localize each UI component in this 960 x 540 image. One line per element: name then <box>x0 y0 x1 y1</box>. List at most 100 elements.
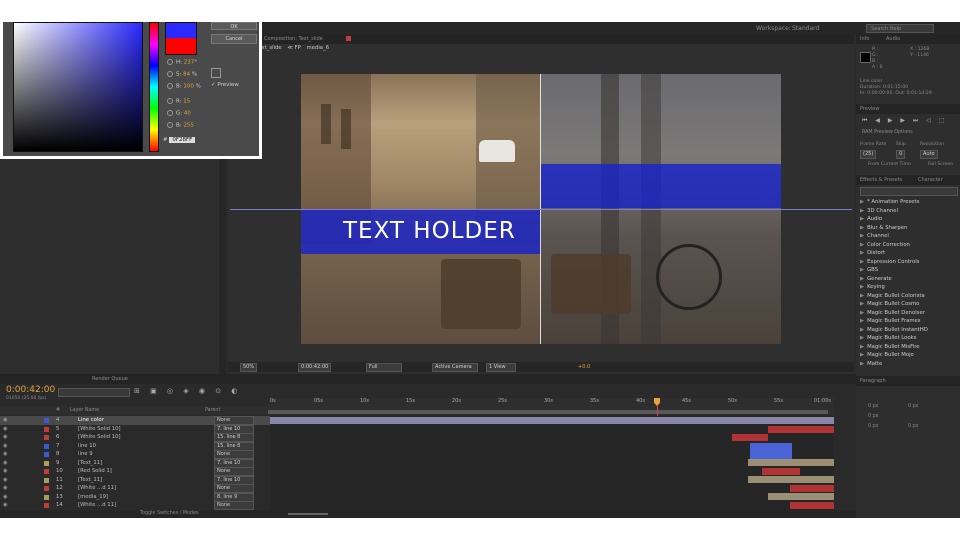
indent-left[interactable]: 0 px <box>868 404 878 409</box>
hue-field[interactable]: H: 237° <box>167 59 197 66</box>
guide-line[interactable] <box>230 209 852 210</box>
full-screen[interactable]: Full Screen <box>928 162 953 167</box>
label-color-chip[interactable] <box>44 477 49 483</box>
ram-preview-options[interactable]: RAM Preview Options <box>862 130 913 135</box>
table-row[interactable]: ◉ 9 [Text_11] 7. line 10 <box>0 458 270 468</box>
hue-slider[interactable] <box>149 22 159 152</box>
radio-icon[interactable] <box>167 83 173 89</box>
table-row[interactable]: ◉ 4 Line color None <box>0 416 270 425</box>
tab-preview[interactable]: Preview <box>860 106 879 112</box>
layer-bar[interactable] <box>748 459 834 466</box>
list-item[interactable]: ▶ Magic Bullet Frames <box>860 317 952 326</box>
tab-composition[interactable]: Composition: Text_slide <box>264 36 323 42</box>
indent-first[interactable]: 0 px <box>868 414 878 419</box>
list-item[interactable]: ▶ Keying <box>860 283 952 292</box>
list-item[interactable]: ▶ Matte <box>860 360 952 369</box>
layer-bar[interactable] <box>768 425 834 433</box>
nav-back-button[interactable]: ≪ FP <box>287 45 300 51</box>
blue-band-right[interactable] <box>541 164 781 208</box>
list-item[interactable]: ▶ Magic Bullet Looks <box>860 334 952 343</box>
timeline-search-input[interactable] <box>58 388 130 397</box>
label-color-chip[interactable] <box>44 494 49 500</box>
from-current-time[interactable]: From Current Time <box>868 162 911 167</box>
list-item[interactable]: ▶ Expression Controls <box>860 258 952 267</box>
list-item[interactable]: ▶ Magic Bullet Cosmo <box>860 300 952 309</box>
table-row[interactable]: ◉ 11 [Text_11] 7. line 10 <box>0 475 270 485</box>
frame-rate-dropdown[interactable]: (25) <box>860 150 877 159</box>
brightness-field[interactable]: B: 100 % <box>167 83 201 90</box>
layer-bar[interactable] <box>750 442 792 459</box>
label-color-chip[interactable] <box>44 469 49 474</box>
ok-button[interactable]: OK <box>211 22 257 30</box>
list-item[interactable]: ▶ Distort <box>860 249 952 258</box>
preview-checkbox[interactable]: ✓ Preview <box>211 82 239 88</box>
timeline-tool-icons[interactable]: ⊞ ▣ ◎ ◈ ◉ ⊙ ◐ <box>134 387 241 395</box>
list-item[interactable]: ▶ Magic Bullet Denoiser <box>860 309 952 318</box>
space-after[interactable]: 0 px <box>908 424 918 429</box>
zoom-dropdown[interactable]: 50% <box>240 363 258 372</box>
list-item[interactable]: ▶ Generate <box>860 275 952 284</box>
parent-dropdown[interactable]: None <box>214 501 254 510</box>
layer-bar[interactable] <box>748 476 834 483</box>
list-item[interactable]: ▶ Blur & Sharpen <box>860 224 952 233</box>
work-area-bar[interactable] <box>268 410 828 414</box>
text-holder-title[interactable]: TEXT HOLDER <box>343 218 516 244</box>
table-row[interactable]: ◉ 13 [media_19] 8. line 9 <box>0 492 270 502</box>
tab-character[interactable]: Character <box>918 177 943 183</box>
list-item[interactable]: ▶ Channel <box>860 232 952 241</box>
playback-controls[interactable]: ⏮ ◀ ▶ ▶ ⏭ ◁ ⬚ <box>862 117 947 125</box>
label-color-chip[interactable] <box>44 486 49 491</box>
workspace-dropdown[interactable]: Standard <box>792 25 819 32</box>
camera-dropdown[interactable]: Active Camera <box>432 363 478 372</box>
table-row[interactable]: ◉ 7 line 10 15. line 8 <box>0 441 270 451</box>
tab-effects-presets[interactable]: Effects & Presets <box>860 177 902 183</box>
red-field[interactable]: R: 15 <box>167 98 190 105</box>
label-color-chip[interactable] <box>44 426 49 432</box>
layer-bar[interactable] <box>762 467 800 475</box>
views-dropdown[interactable]: 1 View <box>486 363 516 372</box>
list-item[interactable]: ▶ Magic Bullet Mojo <box>860 351 952 360</box>
label-color-chip[interactable] <box>44 418 49 423</box>
label-color-chip[interactable] <box>44 452 49 457</box>
search-help-input[interactable]: Search Help <box>866 24 934 33</box>
skip-field[interactable]: 0 <box>896 150 906 159</box>
label-color-chip[interactable] <box>44 443 49 449</box>
table-row[interactable]: ◉ 8 line 9 None <box>0 450 270 459</box>
list-item[interactable]: ▶ Audio <box>860 215 952 224</box>
saturation-field[interactable]: S: 84 % <box>167 71 197 78</box>
indent-right[interactable]: 0 px <box>908 404 918 409</box>
list-item[interactable]: ▶ Magic Bullet MisFire <box>860 343 952 352</box>
layer-bar[interactable] <box>270 417 834 424</box>
blue-field[interactable]: B: 255 <box>167 122 194 129</box>
list-item[interactable]: ▶ Magic Bullet Colorista <box>860 292 952 301</box>
label-color-chip[interactable] <box>44 503 49 508</box>
tab-info[interactable]: Info <box>860 36 869 42</box>
list-item[interactable]: ▶ GBS <box>860 266 952 275</box>
nav-media[interactable]: media_6 <box>307 45 330 51</box>
list-item[interactable]: ▶ Color Correction <box>860 241 952 250</box>
tab-render-queue[interactable]: Render Queue <box>92 376 128 382</box>
time-ruler[interactable]: 0s 05s 10s 15s 20s 25s 30s 35s 40s 45s 5… <box>268 398 834 415</box>
toggle-switches-modes[interactable]: Toggle Switches / Modes <box>140 511 199 516</box>
eyedropper-icon[interactable] <box>211 68 221 78</box>
layer-bar[interactable] <box>732 434 768 441</box>
label-color-chip[interactable] <box>44 435 49 440</box>
saturation-brightness-field[interactable] <box>13 22 143 152</box>
radio-icon[interactable] <box>167 110 173 116</box>
zoom-slider[interactable] <box>288 513 328 515</box>
radio-icon[interactable] <box>167 71 173 77</box>
label-color-chip[interactable] <box>44 460 49 466</box>
cancel-button[interactable]: Cancel <box>211 34 257 44</box>
table-row[interactable]: ◉ 12 [White ...d 11] None <box>0 484 270 493</box>
timecode-field[interactable]: 0:00:42:00 <box>298 363 332 372</box>
list-item[interactable]: ▶ 3D Channel <box>860 207 952 216</box>
green-field[interactable]: G: 40 <box>167 110 191 117</box>
list-item[interactable]: ▶ Magic Bullet InstantHD <box>860 326 952 335</box>
radio-icon[interactable] <box>167 59 173 65</box>
resolution-dropdown[interactable]: Full <box>366 363 402 372</box>
space-before[interactable]: 0 px <box>868 424 878 429</box>
effects-search-input[interactable] <box>860 187 958 196</box>
resolution-preview-dropdown[interactable]: Auto <box>920 150 938 159</box>
radio-icon[interactable] <box>167 122 173 128</box>
table-row[interactable]: ◉ 14 [White ...d 11] None <box>0 501 270 510</box>
